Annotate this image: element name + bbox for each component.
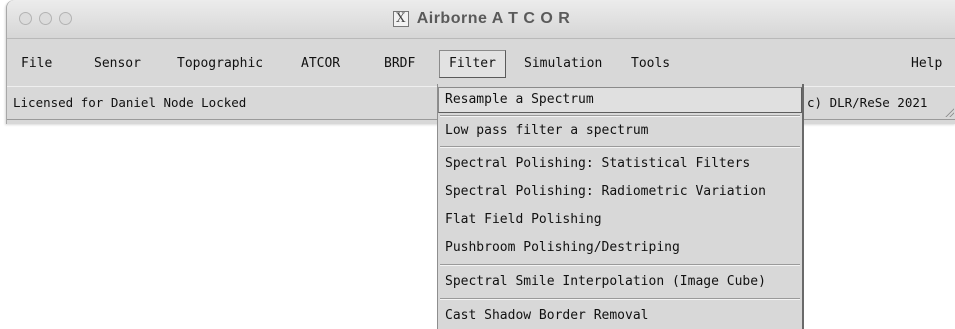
menu-brdf[interactable]: BRDF [384,50,415,78]
menu-filter[interactable]: Filter [439,50,506,78]
license-text: Licensed for Daniel Node Locked [13,95,247,110]
menu-separator [440,264,800,266]
menu-atcor[interactable]: ATCOR [301,50,340,78]
menu-item-smile-interpolation[interactable]: Spectral Smile Interpolation (Image Cube… [438,269,802,295]
menu-separator [440,146,800,148]
menu-item-pushbroom-destriping[interactable]: Pushbroom Polishing/Destriping [438,235,802,261]
menu-help[interactable]: Help [911,50,942,78]
menu-separator [440,115,800,117]
menu-bar: File Sensor Topographic ATCOR BRDF Filte… [7,50,955,82]
menu-item-flat-field-polishing[interactable]: Flat Field Polishing [438,207,802,233]
menu-tools[interactable]: Tools [631,50,670,78]
title-group: X Airborne A T C O R [7,0,955,38]
x11-icon: X [392,11,409,27]
menu-item-resample-spectrum[interactable]: Resample a Spectrum [438,87,802,113]
resize-grip-icon[interactable] [944,107,954,117]
copyright-text: c) DLR/ReSe 2021 [807,95,928,110]
menu-item-low-pass-filter[interactable]: Low pass filter a spectrum [438,118,802,144]
menu-file[interactable]: File [21,50,52,78]
menu-sensor[interactable]: Sensor [94,50,141,78]
filter-dropdown-menu: Resample a Spectrum Low pass filter a sp… [437,84,804,329]
menu-item-polishing-radiometric[interactable]: Spectral Polishing: Radiometric Variatio… [438,179,802,205]
menu-separator [440,298,800,300]
window-title: Airborne A T C O R [416,10,571,27]
menu-topographic[interactable]: Topographic [177,50,263,78]
menu-simulation[interactable]: Simulation [524,50,602,78]
menu-item-cast-shadow-removal[interactable]: Cast Shadow Border Removal [438,303,802,329]
title-bar: X Airborne A T C O R [7,0,955,39]
menu-item-polishing-statistical[interactable]: Spectral Polishing: Statistical Filters [438,151,802,177]
